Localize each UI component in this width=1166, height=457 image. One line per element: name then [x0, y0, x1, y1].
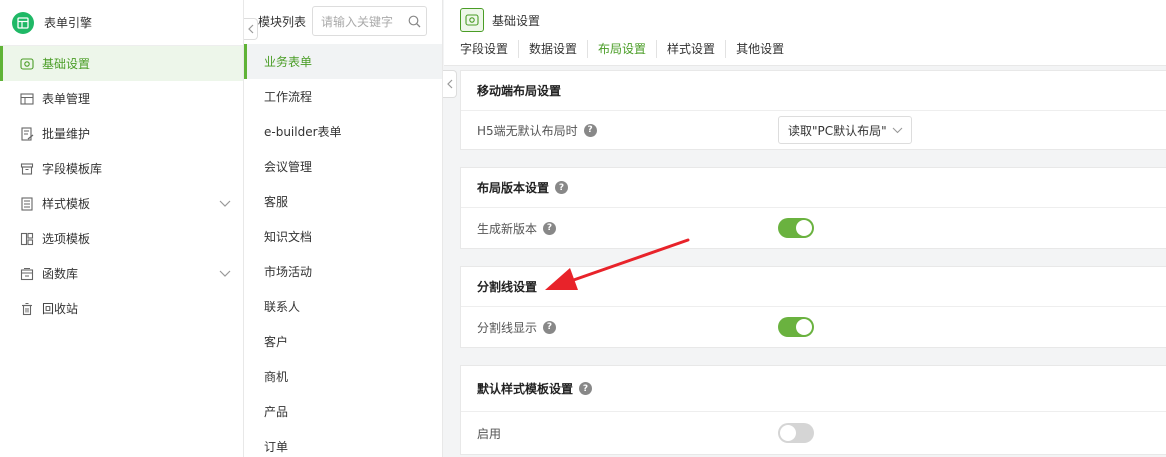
row-label: 生成新版本: [477, 221, 538, 236]
chevron-left-icon: [247, 24, 253, 34]
chevron-left-icon: [446, 79, 452, 89]
trash-icon: [20, 302, 34, 316]
sidebar-item-label: 批量维护: [42, 127, 91, 141]
divider-display-row: 分割线显示 ?: [461, 307, 1166, 347]
module-item-opportunity[interactable]: 商机: [244, 359, 442, 394]
enable-toggle[interactable]: [778, 423, 814, 443]
divider-display-toggle[interactable]: [778, 317, 814, 337]
module-item-customer-service[interactable]: 客服: [244, 184, 442, 219]
settings-page-icon: [460, 8, 484, 32]
enable-row: 启用: [461, 412, 1166, 454]
sidebar-item-label: 表单管理: [42, 92, 91, 106]
divider-settings-card: 分割线设置 分割线显示 ?: [460, 266, 1166, 348]
function-icon: [20, 267, 34, 281]
search-placeholder[interactable]: 请输入关键字: [313, 13, 402, 30]
chevron-down-icon[interactable]: [219, 267, 231, 281]
sidebar-item-basic-settings[interactable]: 基础设置: [0, 46, 243, 81]
module-item-marketing[interactable]: 市场活动: [244, 254, 442, 289]
page-title: 基础设置: [492, 14, 541, 28]
sidebar-item-option-template[interactable]: 选项模板: [0, 221, 243, 256]
help-icon[interactable]: ?: [555, 181, 569, 194]
module-item-customer[interactable]: 客户: [244, 324, 442, 359]
module-item-order[interactable]: 订单: [244, 429, 442, 457]
module-item-ebuilder-form[interactable]: e-builder表单: [244, 114, 442, 149]
mobile-layout-card: 移动端布局设置 H5端无默认布局时 ? 读取"PC默认布局": [460, 70, 1166, 150]
h5-layout-select[interactable]: 读取"PC默认布局": [778, 116, 912, 144]
select-value: 读取"PC默认布局": [788, 123, 887, 138]
default-style-template-card: 默认样式模板设置 ? 启用: [460, 365, 1166, 455]
gear-icon: [20, 57, 34, 71]
section-title: 分割线设置: [461, 267, 1166, 307]
sidebar-item-recycle-bin[interactable]: 回收站: [0, 291, 243, 326]
chevron-down-icon[interactable]: [219, 197, 231, 211]
module-item-contacts[interactable]: 联系人: [244, 289, 442, 324]
brand-title: 表单引擎: [44, 16, 93, 30]
search-icon[interactable]: [402, 15, 426, 28]
section-title: 移动端布局设置: [461, 71, 1166, 111]
sidebar-item-style-template[interactable]: 样式模板: [0, 186, 243, 221]
module-list: 业务表单 工作流程 e-builder表单 会议管理 客服 知识文档 市场活动 …: [244, 44, 442, 457]
collapse-sidebar-button[interactable]: [244, 18, 258, 40]
generate-version-toggle[interactable]: [778, 218, 814, 238]
settings-header: 基础设置 字段设置 数据设置 布局设置 样式设置 其他设置: [444, 0, 1166, 66]
module-search-input[interactable]: 请输入关键字: [312, 6, 427, 36]
module-list-title: 模块列表: [258, 14, 307, 29]
collapse-module-list-button[interactable]: [443, 70, 457, 98]
tab-layout-settings[interactable]: 布局设置: [588, 40, 658, 58]
sidebar-item-form-management[interactable]: 表单管理: [0, 81, 243, 116]
options-icon: [20, 232, 34, 246]
form-engine-logo-icon: [12, 11, 34, 34]
sidebar-item-function-library[interactable]: 函数库: [0, 256, 243, 291]
row-label: H5端无默认布局时: [477, 123, 578, 138]
box-icon: [20, 162, 34, 176]
row-label: 启用: [477, 426, 502, 441]
module-item-knowledge-docs[interactable]: 知识文档: [244, 219, 442, 254]
help-icon[interactable]: ?: [543, 320, 557, 334]
module-item-product[interactable]: 产品: [244, 394, 442, 429]
sidebar-item-label: 函数库: [42, 267, 79, 281]
section-title-row: 布局版本设置 ?: [461, 168, 1166, 208]
tab-field-settings[interactable]: 字段设置: [450, 40, 520, 58]
main-content: 基础设置 字段设置 数据设置 布局设置 样式设置 其他设置 移动端布局设置 H5…: [444, 0, 1166, 457]
section-title-row: 默认样式模板设置 ?: [461, 366, 1166, 412]
module-item-meeting[interactable]: 会议管理: [244, 149, 442, 184]
module-list-panel: 模块列表 请输入关键字 业务表单 工作流程 e-builder表单 会议管理 客…: [244, 0, 443, 457]
section-title: 布局版本设置: [477, 181, 550, 195]
help-icon[interactable]: ?: [583, 123, 597, 137]
tab-data-settings[interactable]: 数据设置: [519, 40, 589, 58]
sidebar-item-label: 样式模板: [42, 197, 91, 211]
sidebar-item-batch-maintenance[interactable]: 批量维护: [0, 116, 243, 151]
module-item-business-form[interactable]: 业务表单: [244, 44, 442, 79]
section-title: 默认样式模板设置: [477, 382, 574, 396]
tab-style-settings[interactable]: 样式设置: [657, 40, 727, 58]
edit-doc-icon: [20, 126, 34, 141]
sidebar-item-label: 选项模板: [42, 232, 91, 246]
sidebar-item-label: 回收站: [42, 302, 79, 316]
sidebar-item-label: 基础设置: [42, 57, 91, 71]
module-item-workflow[interactable]: 工作流程: [244, 79, 442, 114]
chevron-down-icon: [892, 127, 903, 134]
help-icon[interactable]: ?: [579, 382, 593, 395]
sidebar-item-field-template-library[interactable]: 字段模板库: [0, 151, 243, 186]
table-icon: [20, 92, 34, 106]
brand-header: 表单引擎: [0, 0, 243, 46]
sidebar-item-label: 字段模板库: [42, 162, 103, 176]
left-sidebar: 表单引擎 基础设置 表单管理 批量维护 字段模板库 样式模板 选项模板 函数库 …: [0, 0, 244, 457]
tab-other-settings[interactable]: 其他设置: [726, 40, 794, 58]
generate-version-row: 生成新版本 ?: [461, 208, 1166, 248]
settings-tabs: 字段设置 数据设置 布局设置 样式设置 其他设置: [450, 40, 794, 58]
h5-default-layout-row: H5端无默认布局时 ? 读取"PC默认布局": [461, 111, 1166, 149]
layout-version-card: 布局版本设置 ? 生成新版本 ?: [460, 167, 1166, 249]
doc-list-icon: [20, 196, 34, 211]
help-icon[interactable]: ?: [543, 221, 557, 235]
row-label: 分割线显示: [477, 320, 538, 335]
